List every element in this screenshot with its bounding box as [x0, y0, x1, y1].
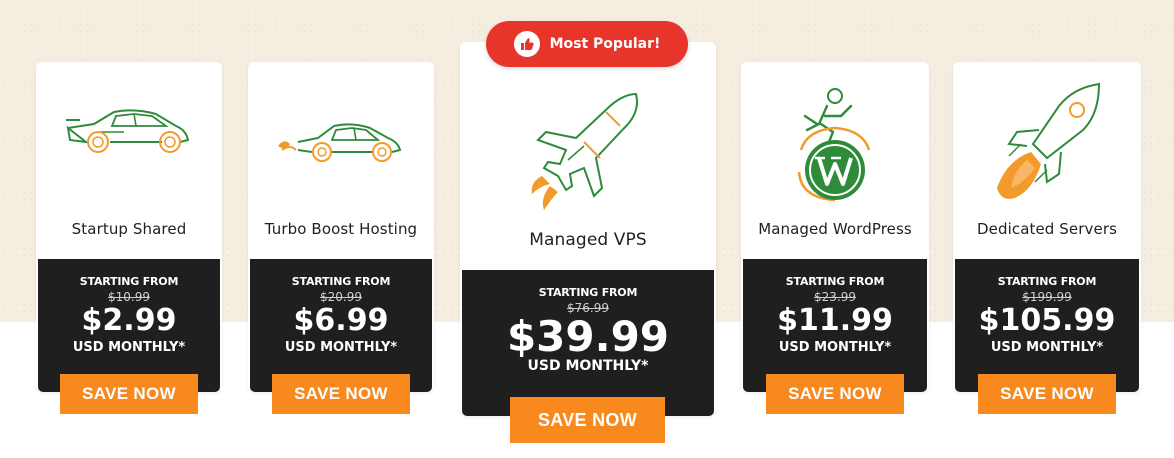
- billing-period: USD MONTHLY*: [527, 358, 649, 374]
- billing-period: USD MONTHLY*: [990, 340, 1104, 355]
- starting-from-label: STARTING FROM: [538, 286, 638, 299]
- plan-name: Managed VPS: [529, 230, 647, 250]
- old-price: $10.99: [108, 290, 150, 304]
- most-popular-badge: Most Popular!: [486, 21, 688, 67]
- current-price: $2.99: [81, 303, 177, 338]
- billing-period: USD MONTHLY*: [778, 340, 892, 355]
- billing-period: USD MONTHLY*: [72, 340, 186, 355]
- starting-from-label: STARTING FROM: [785, 275, 885, 288]
- wordpress-runner-icon: [741, 80, 929, 204]
- plan-name: Dedicated Servers: [976, 220, 1117, 238]
- plan-card-turbo-boost: Turbo Boost Hosting STARTING FROM $20.99…: [248, 62, 434, 392]
- current-price: $39.99: [506, 312, 670, 361]
- plan-name: Managed WordPress: [758, 220, 912, 238]
- plan-name: Startup Shared: [71, 220, 187, 238]
- starting-from-label: STARTING FROM: [79, 275, 179, 288]
- thumbs-up-icon: [513, 31, 540, 57]
- sports-car-icon: [36, 102, 222, 162]
- plan-name: Turbo Boost Hosting: [264, 220, 418, 238]
- rocket-icon: [953, 80, 1141, 208]
- plan-card-startup-shared: Startup Shared STARTING FROM $10.99 $2.9…: [36, 62, 222, 392]
- price-panel: STARTING FROM $10.99 $2.99 USD MONTHLY*: [38, 259, 220, 392]
- current-price: $6.99: [293, 303, 389, 338]
- plan-card-dedicated-servers: Dedicated Servers STARTING FROM $199.99 …: [953, 62, 1141, 392]
- price-panel: STARTING FROM $20.99 $6.99 USD MONTHLY*: [250, 259, 432, 392]
- save-now-button[interactable]: SAVE NOW: [978, 374, 1116, 414]
- jet-icon: [460, 90, 716, 216]
- price-panel: STARTING FROM $76.99 $39.99 USD MONTHLY*: [462, 270, 714, 416]
- price-panel: STARTING FROM $23.99 $11.99 USD MONTHLY*: [743, 259, 927, 392]
- billing-period: USD MONTHLY*: [284, 340, 398, 355]
- plan-card-managed-wordpress: Managed WordPress STARTING FROM $23.99 $…: [741, 62, 929, 392]
- current-price: $11.99: [777, 303, 893, 338]
- starting-from-label: STARTING FROM: [291, 275, 391, 288]
- price-panel: STARTING FROM $199.99 $105.99 USD MONTHL…: [955, 259, 1139, 392]
- save-now-button[interactable]: SAVE NOW: [272, 374, 410, 414]
- save-now-button[interactable]: SAVE NOW: [60, 374, 198, 414]
- old-price: $20.99: [320, 290, 362, 304]
- plan-card-managed-vps: Managed VPS STARTING FROM $76.99 $39.99 …: [460, 42, 716, 416]
- save-now-button[interactable]: SAVE NOW: [510, 397, 665, 443]
- old-price: $23.99: [814, 290, 856, 304]
- save-now-button[interactable]: SAVE NOW: [766, 374, 904, 414]
- starting-from-label: STARTING FROM: [997, 275, 1097, 288]
- turbo-car-icon: [248, 112, 434, 162]
- old-price: $199.99: [1022, 290, 1072, 304]
- current-price: $105.99: [978, 303, 1116, 338]
- most-popular-label: Most Popular!: [549, 36, 661, 52]
